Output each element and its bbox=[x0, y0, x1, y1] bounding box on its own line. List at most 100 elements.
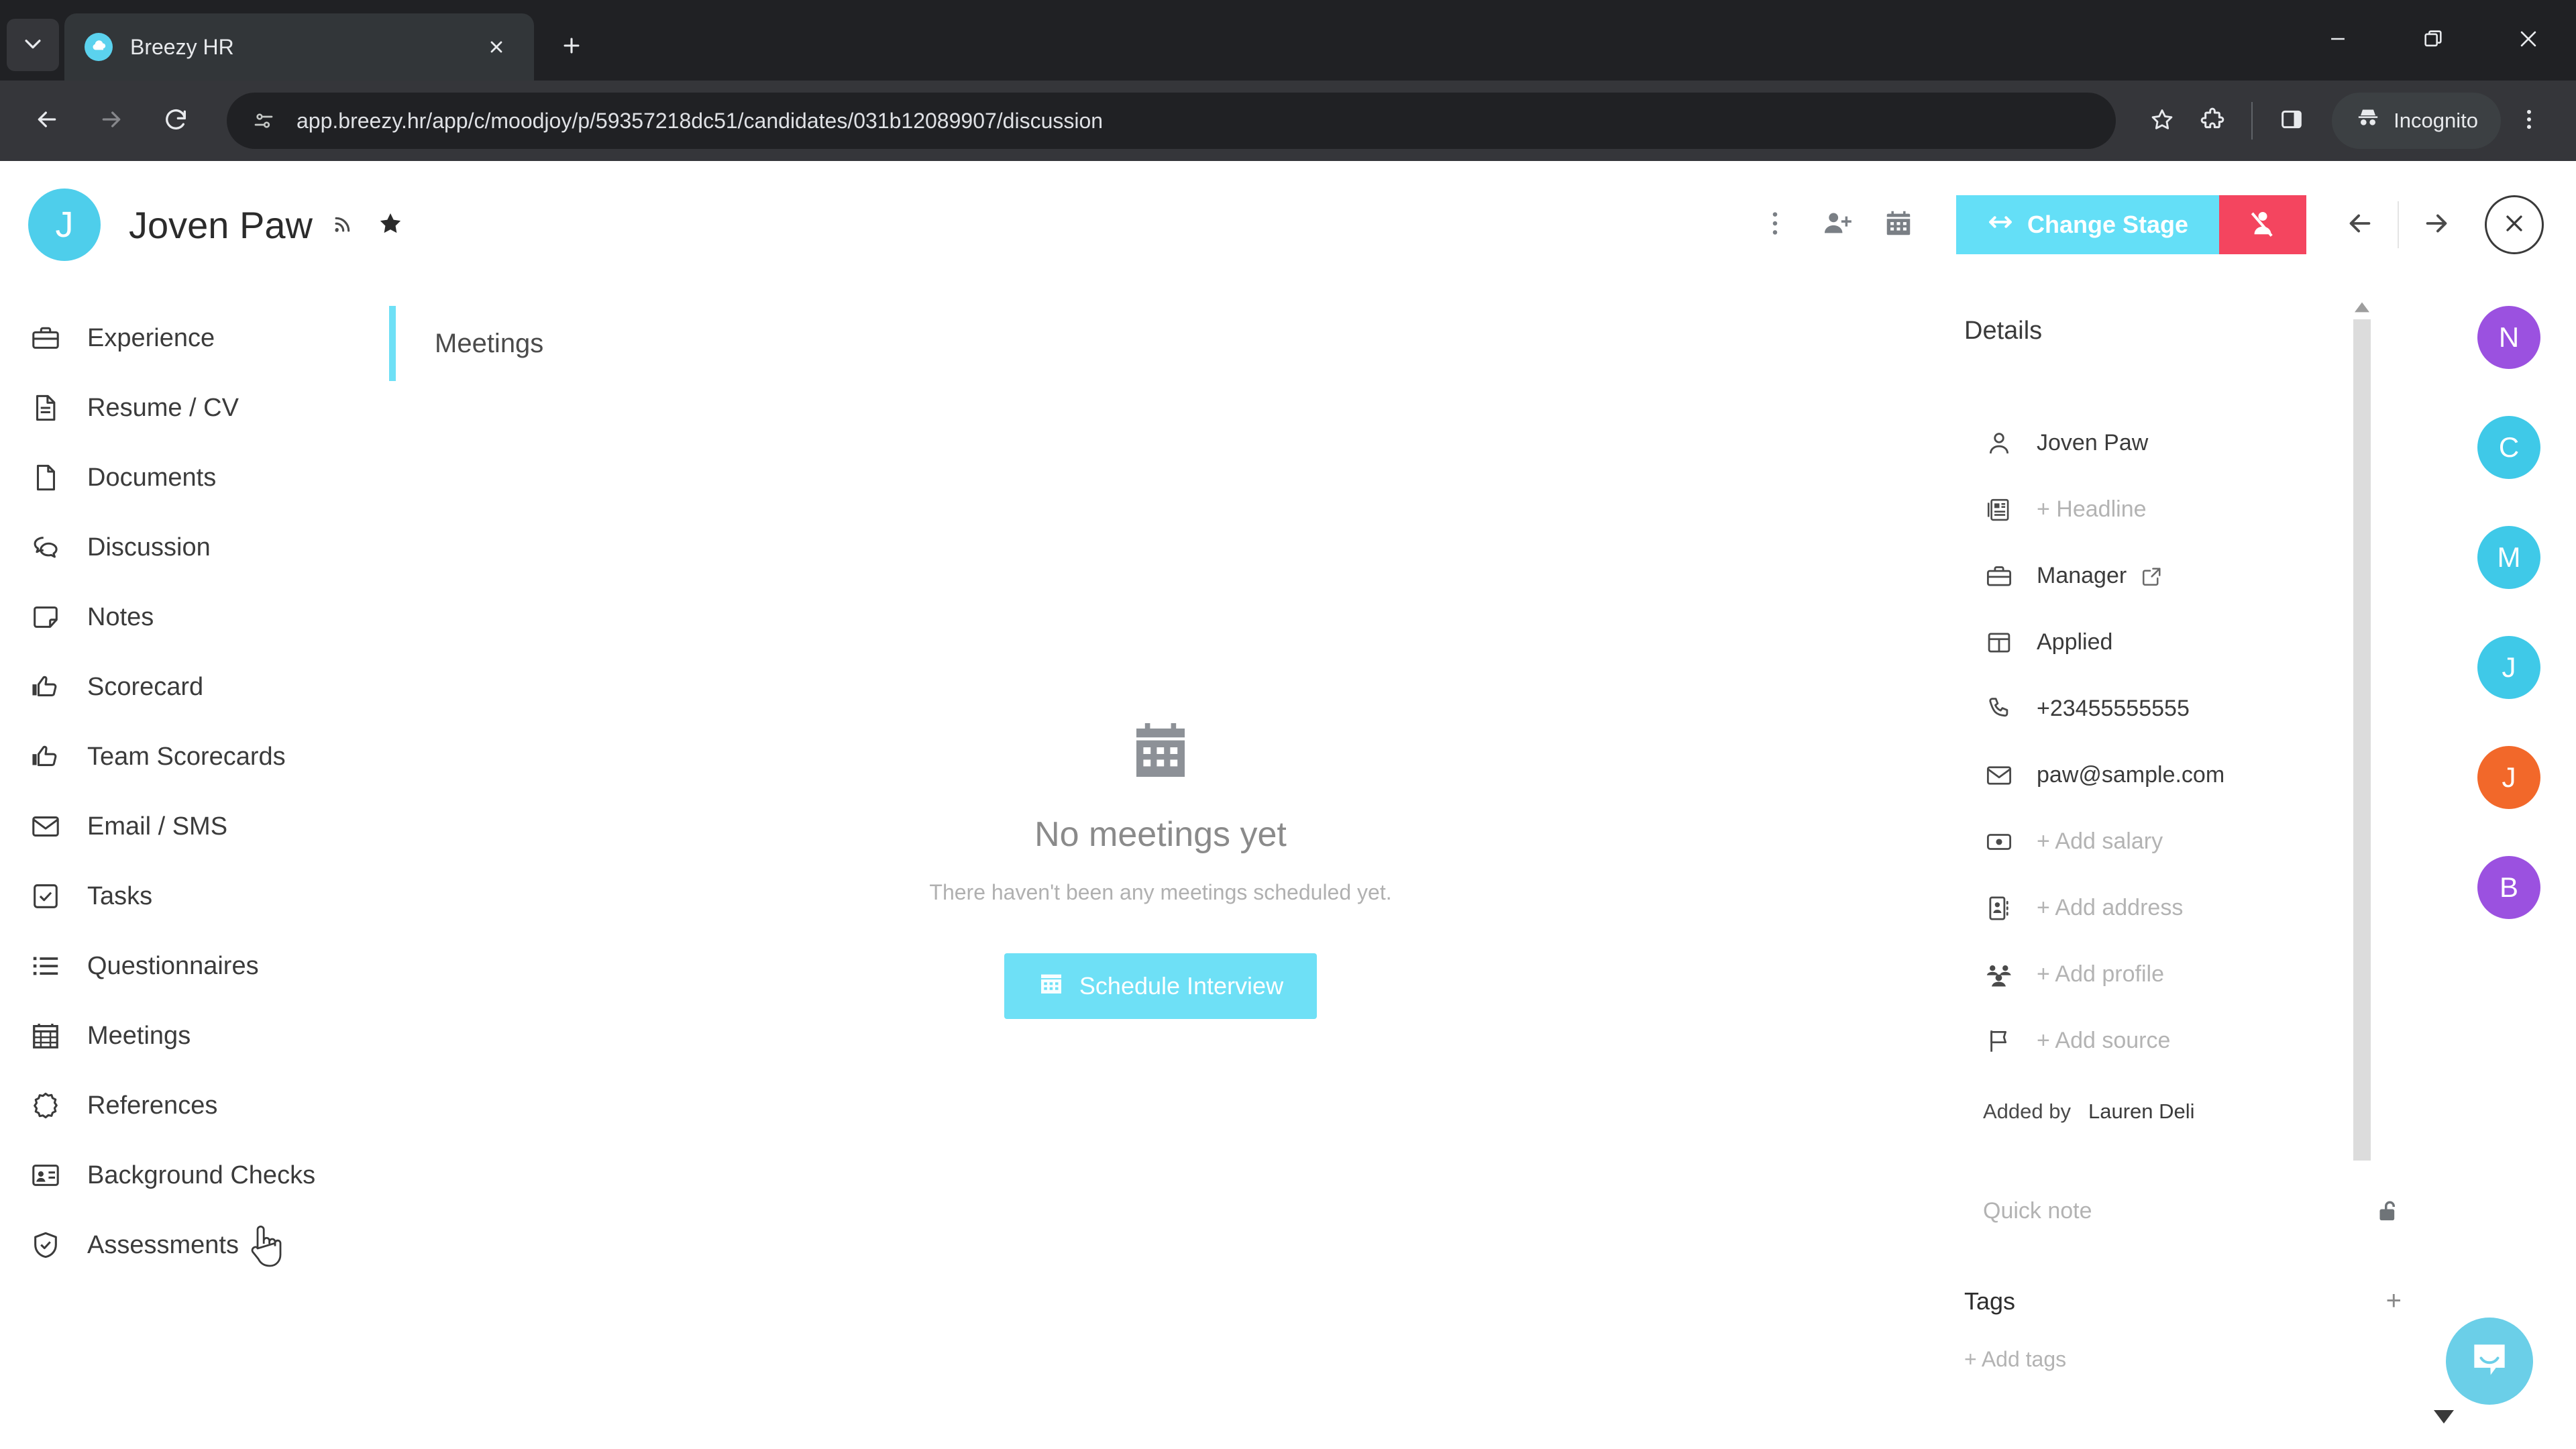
follow-candidate-button[interactable] bbox=[327, 209, 360, 241]
extensions-button[interactable] bbox=[2184, 93, 2241, 149]
rail-avatar[interactable]: M bbox=[2477, 526, 2540, 589]
flag-icon bbox=[1983, 1025, 2015, 1057]
reload-icon bbox=[162, 106, 189, 136]
money-icon bbox=[1983, 826, 2015, 858]
intercom-chat-button[interactable] bbox=[2446, 1318, 2533, 1405]
page-content: J Joven Paw Change Stage Experience Resu… bbox=[0, 161, 2576, 1449]
arrow-right-icon bbox=[98, 106, 125, 136]
sidebar-item-label: Resume / CV bbox=[87, 393, 239, 422]
maximize-restore-icon bbox=[2422, 28, 2445, 54]
scrollbar-track[interactable] bbox=[2353, 319, 2371, 1161]
page-scroll-down-button[interactable] bbox=[2434, 1409, 2454, 1425]
external-link-icon[interactable] bbox=[2140, 564, 2164, 588]
main-content: Meetings No meetings yet There haven't b… bbox=[389, 288, 1932, 1449]
headline-icon bbox=[1983, 494, 2015, 526]
rail-avatar[interactable]: J bbox=[2477, 746, 2540, 809]
rail-avatar[interactable]: C bbox=[2477, 416, 2540, 479]
minimize-icon bbox=[2326, 28, 2349, 54]
people-icon bbox=[1983, 959, 2015, 991]
browser-menu-button[interactable] bbox=[2501, 93, 2557, 149]
rss-feed-icon bbox=[330, 210, 357, 240]
close-candidate-button[interactable] bbox=[2485, 195, 2544, 254]
sidebar-item-team-scorecards[interactable]: Team Scorecards bbox=[0, 722, 389, 792]
change-stage-button[interactable]: Change Stage bbox=[1955, 195, 2219, 254]
content-tab-header: Meetings bbox=[389, 288, 1932, 381]
incognito-indicator[interactable]: Incognito bbox=[2332, 93, 2501, 149]
rail-avatar[interactable]: J bbox=[2477, 636, 2540, 699]
star-icon bbox=[2149, 107, 2175, 136]
sidebar-item-scorecard[interactable]: Scorecard bbox=[0, 652, 389, 722]
change-stage-label: Change Stage bbox=[2027, 211, 2188, 238]
sidebar-item-background-checks[interactable]: Background Checks bbox=[0, 1140, 389, 1210]
detail-row-label: + Headline bbox=[2037, 496, 2147, 522]
add-tag-button[interactable]: + bbox=[2386, 1286, 2402, 1316]
sidebar-item-meetings[interactable]: Meetings bbox=[0, 1001, 389, 1071]
sidebar-item-label: Scorecard bbox=[87, 672, 204, 701]
browser-tab-strip: Breezy HR bbox=[0, 0, 2576, 80]
rail-avatar[interactable]: B bbox=[2477, 856, 2540, 919]
person-add-icon bbox=[1821, 208, 1852, 242]
reload-button[interactable] bbox=[148, 93, 204, 149]
triangle-down-icon bbox=[2434, 1410, 2454, 1428]
bookmark-button[interactable] bbox=[2140, 99, 2184, 143]
sidebar-item-questionnaires[interactable]: Questionnaires bbox=[0, 931, 389, 1001]
sidebar-item-label: Notes bbox=[87, 602, 154, 631]
schedule-interview-button[interactable]: Schedule Interview bbox=[1004, 953, 1318, 1019]
sidebar-item-resume-cv[interactable]: Resume / CV bbox=[0, 373, 389, 443]
envelope-icon bbox=[28, 809, 63, 844]
incognito-label: Incognito bbox=[2394, 109, 2478, 132]
quick-note-placeholder: Quick note bbox=[1983, 1197, 2092, 1224]
window-close-button[interactable] bbox=[2481, 0, 2576, 80]
back-button[interactable] bbox=[19, 93, 75, 149]
detail-row-label: + Add profile bbox=[2037, 961, 2164, 987]
scroll-up-button[interactable] bbox=[2353, 302, 2371, 315]
quick-note-field[interactable]: Quick note bbox=[1964, 1197, 2442, 1224]
person-reject-icon bbox=[2247, 208, 2278, 242]
sidebar-item-label: Experience bbox=[87, 323, 215, 352]
close-icon bbox=[2501, 210, 2528, 240]
sidebar-item-email-sms[interactable]: Email / SMS bbox=[0, 792, 389, 861]
body-columns: Experience Resume / CV Documents Discuss… bbox=[0, 288, 2576, 1449]
sidebar-item-notes[interactable]: Notes bbox=[0, 582, 389, 652]
sidebar-item-documents[interactable]: Documents bbox=[0, 443, 389, 513]
close-tab-button[interactable] bbox=[479, 30, 514, 64]
tune-sliders-icon[interactable] bbox=[250, 107, 278, 135]
person-icon bbox=[1983, 427, 2015, 460]
empty-state: No meetings yet There haven't been any m… bbox=[389, 718, 1932, 1019]
phone-icon bbox=[1983, 693, 2015, 725]
add-tags-link[interactable]: + Add tags bbox=[1964, 1347, 2442, 1372]
arrows-horizontal-icon bbox=[1987, 209, 2027, 241]
three-dots-vertical-icon bbox=[2516, 106, 2542, 136]
incognito-spy-icon bbox=[2355, 105, 2394, 137]
sidebar-item-discussion[interactable]: Discussion bbox=[0, 513, 389, 582]
chevron-down-icon bbox=[21, 32, 44, 58]
address-bar[interactable]: app.breezy.hr/app/c/moodjoy/p/59357218dc… bbox=[227, 93, 2116, 149]
reject-candidate-button[interactable] bbox=[2219, 195, 2306, 254]
avatar: J bbox=[28, 189, 101, 261]
new-tab-button[interactable] bbox=[549, 24, 594, 70]
rail-avatar[interactable]: N bbox=[2477, 306, 2540, 369]
sidebar-item-assessments[interactable]: Assessments bbox=[0, 1210, 389, 1280]
assign-person-button[interactable] bbox=[1806, 194, 1868, 256]
previous-candidate-button[interactable] bbox=[2329, 194, 2391, 256]
favorite-candidate-button[interactable] bbox=[374, 209, 407, 241]
tags-header: Tags + bbox=[1964, 1286, 2442, 1316]
empty-state-title: No meetings yet bbox=[1034, 815, 1287, 854]
header-actions: Change Stage bbox=[1744, 194, 2544, 256]
more-options-button[interactable] bbox=[1744, 194, 1806, 256]
next-candidate-button[interactable] bbox=[2406, 194, 2467, 256]
details-scrollbar[interactable] bbox=[2353, 302, 2371, 1161]
schedule-button[interactable] bbox=[1868, 194, 1929, 256]
window-maximize-button[interactable] bbox=[2385, 0, 2481, 80]
header-divider bbox=[2398, 201, 2399, 248]
forward-button[interactable] bbox=[83, 93, 140, 149]
window-minimize-button[interactable] bbox=[2290, 0, 2385, 80]
tab-search-button[interactable] bbox=[7, 19, 59, 71]
sidebar-item-tasks[interactable]: Tasks bbox=[0, 861, 389, 931]
calendar-icon bbox=[1038, 970, 1079, 1003]
sidebar-item-experience[interactable]: Experience bbox=[0, 303, 389, 373]
unlock-icon[interactable] bbox=[2375, 1197, 2402, 1224]
browser-tab[interactable]: Breezy HR bbox=[64, 13, 534, 80]
side-panel-button[interactable] bbox=[2263, 93, 2320, 149]
sidebar-item-references[interactable]: References bbox=[0, 1071, 389, 1140]
